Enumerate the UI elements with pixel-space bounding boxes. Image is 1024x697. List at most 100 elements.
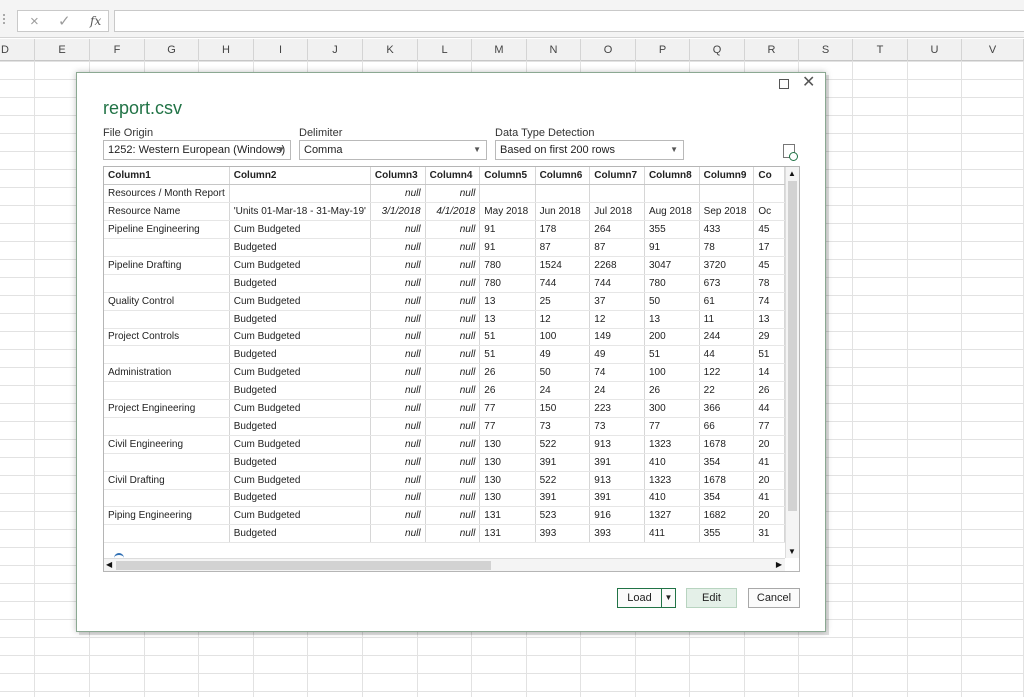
table-cell: 354 — [699, 489, 755, 508]
column-header-p[interactable]: P — [636, 39, 690, 61]
table-cell — [104, 417, 230, 436]
column-header-v[interactable]: V — [962, 39, 1024, 61]
data-type-detection-select[interactable]: Based on first 200 rows ▼ — [495, 140, 684, 160]
horizontal-scroll-thumb[interactable] — [116, 561, 491, 570]
column-header-f[interactable]: F — [90, 39, 145, 61]
table-cell — [699, 184, 755, 204]
table-cell: 244 — [699, 328, 755, 347]
column-header-l[interactable]: L — [418, 39, 472, 61]
table-cell — [479, 184, 536, 204]
column-header-q[interactable]: Q — [690, 39, 745, 61]
close-button[interactable]: ✕ — [802, 73, 815, 93]
table-cell: null — [370, 435, 426, 454]
table-header[interactable]: Column8 — [644, 167, 700, 186]
load-options-button[interactable]: ▼ — [661, 588, 676, 608]
table-cell: 223 — [589, 399, 645, 418]
table-cell: null — [370, 184, 426, 204]
column-header-d[interactable]: D — [0, 39, 35, 61]
scroll-right-icon[interactable]: ▶ — [776, 560, 782, 569]
table-cell: 20 — [753, 471, 785, 490]
table-cell: 200 — [644, 328, 700, 347]
table-cell: null — [425, 292, 481, 311]
table-cell: 744 — [535, 274, 591, 293]
table-header[interactable]: Column5 — [479, 167, 536, 186]
delimiter-select[interactable]: Comma ▼ — [299, 140, 487, 160]
table-cell: null — [425, 417, 481, 436]
dialog-title: report.csv — [103, 98, 183, 118]
table-row: Budgeted null null 51 49 49 51 44 51 — [104, 345, 785, 365]
table-cell: 51 — [479, 328, 536, 347]
table-cell: 'Units 01-Mar-18 - 31-May-19' — [229, 202, 371, 222]
table-cell: Cum Budgeted — [229, 506, 371, 526]
load-button[interactable]: Load — [617, 588, 661, 608]
refresh-preview-icon[interactable] — [783, 144, 798, 161]
table-cell: 1327 — [644, 506, 700, 526]
column-header-u[interactable]: U — [908, 39, 962, 61]
preview-table: Column1 Column2 Column3 Column4 Column5 Colum… — [104, 167, 785, 544]
table-header[interactable]: Column6 — [535, 167, 591, 186]
scroll-up-icon[interactable]: ▲ — [788, 169, 796, 178]
table-header[interactable]: Co — [753, 167, 785, 186]
table-cell — [589, 184, 645, 204]
table-header[interactable]: Column1 — [104, 167, 230, 186]
table-cell: 130 — [479, 453, 536, 472]
enter-icon[interactable]: ✓ — [58, 12, 71, 30]
formula-bar-grip[interactable] — [3, 14, 6, 24]
table-header[interactable]: Column7 — [589, 167, 645, 186]
table-cell: 355 — [699, 524, 755, 544]
gridline — [907, 61, 908, 697]
column-header-j[interactable]: J — [308, 39, 363, 61]
file-origin-select[interactable]: 1252: Western European (Windows) ▼ — [103, 140, 291, 160]
table-cell: 45 — [753, 256, 785, 275]
column-header-h[interactable]: H — [199, 39, 254, 61]
table-cell: 91 — [479, 238, 536, 257]
table-row: Resource Name 'Units 01-Mar-18 - 31-May-1… — [104, 202, 785, 222]
cancel-icon[interactable]: × — [30, 13, 39, 30]
table-header[interactable]: Column9 — [699, 167, 755, 186]
horizontal-scrollbar[interactable]: ◀ ▶ — [104, 558, 785, 571]
table-cell: 12 — [535, 310, 591, 329]
insert-function-icon[interactable]: fx — [90, 14, 101, 28]
table-header[interactable]: Column3 — [370, 167, 426, 186]
column-header-e[interactable]: E — [35, 39, 90, 61]
edit-button[interactable]: Edit — [686, 588, 737, 608]
column-header-s[interactable]: S — [799, 39, 853, 61]
cancel-button[interactable]: Cancel — [748, 588, 800, 608]
table-cell: Oc — [753, 202, 785, 222]
column-header-r[interactable]: R — [745, 39, 799, 61]
vertical-scrollbar[interactable]: ▲ ▼ — [785, 167, 799, 558]
table-cell: 26 — [479, 381, 536, 401]
table-cell: null — [370, 363, 426, 383]
preview-table-container: Column1 Column2 Column3 Column4 Column5 Colum… — [103, 166, 800, 572]
table-cell — [753, 184, 785, 204]
scroll-left-icon[interactable]: ◀ — [106, 560, 112, 569]
table-row: Budgeted null null 91 87 87 91 78 17 — [104, 238, 785, 257]
column-header-g[interactable]: G — [145, 39, 199, 61]
table-cell: Budgeted — [229, 524, 371, 544]
vertical-scroll-thumb[interactable] — [788, 181, 797, 511]
scroll-down-icon[interactable]: ▼ — [788, 547, 796, 556]
table-cell: Sep 2018 — [699, 202, 755, 222]
table-cell: Pipeline Drafting — [104, 256, 230, 275]
table-header[interactable]: Column2 — [229, 167, 371, 186]
table-cell — [104, 453, 230, 472]
table-header[interactable]: Column4 — [425, 167, 481, 186]
table-cell: null — [425, 489, 481, 508]
table-cell: 25 — [535, 292, 591, 311]
column-header-m[interactable]: M — [472, 39, 527, 61]
delimiter-value: Comma — [304, 144, 343, 156]
table-cell: 673 — [699, 274, 755, 293]
column-header-o[interactable]: O — [581, 39, 636, 61]
column-header-i[interactable]: I — [254, 39, 308, 61]
table-cell: 20 — [753, 506, 785, 526]
table-cell — [104, 381, 230, 401]
formula-bar-buttons: × ✓ fx — [17, 10, 109, 32]
maximize-button[interactable] — [779, 79, 789, 89]
column-header-k[interactable]: K — [363, 39, 418, 61]
column-header-t[interactable]: T — [853, 39, 908, 61]
column-header-n[interactable]: N — [527, 39, 581, 61]
formula-input[interactable] — [114, 10, 1024, 32]
table-cell: null — [370, 399, 426, 418]
table-cell: 78 — [699, 238, 755, 257]
table-row: Budgeted null null 130 391 391 410 354 41 — [104, 489, 785, 508]
